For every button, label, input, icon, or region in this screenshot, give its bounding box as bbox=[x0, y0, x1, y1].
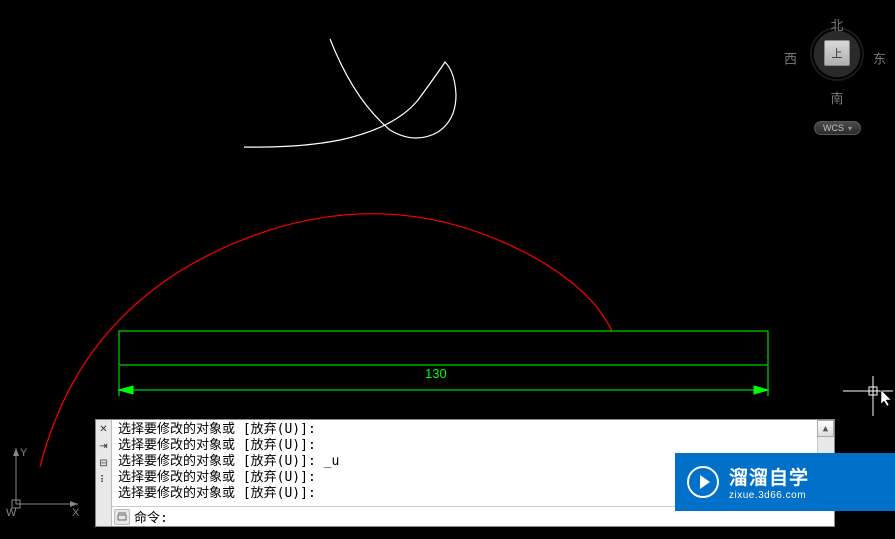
compass-west[interactable]: 西 bbox=[784, 49, 797, 68]
command-prompt: 命令: bbox=[132, 507, 168, 526]
view-cube[interactable]: 上 北 南 东 西 WCS bbox=[784, 5, 890, 145]
close-icon[interactable]: ✕ bbox=[97, 422, 111, 436]
watermark-title: 溜溜自学 bbox=[729, 463, 809, 490]
viewcube-top-face[interactable]: 上 bbox=[824, 40, 850, 66]
wcs-label: WCS bbox=[823, 123, 844, 133]
green-rect bbox=[119, 331, 768, 365]
pin-icon[interactable]: ⊟ bbox=[97, 456, 111, 470]
compass-east[interactable]: 东 bbox=[873, 49, 886, 68]
dimension-text: 130 bbox=[425, 366, 447, 381]
wcs-dropdown[interactable]: WCS bbox=[814, 121, 861, 135]
compass-north[interactable]: 北 bbox=[830, 15, 843, 34]
history-line: 选择要修改的对象或 [放弃(U)]: bbox=[118, 438, 828, 454]
history-line: 选择要修改的对象或 [放弃(U)]: bbox=[118, 422, 828, 438]
command-toolbar: ✕ ⇥ ⊟ ⠇ bbox=[96, 420, 112, 526]
crosshair-cursor bbox=[843, 376, 893, 426]
command-line-icon[interactable] bbox=[114, 509, 130, 525]
options-icon[interactable]: ⠇ bbox=[97, 473, 111, 487]
compass-south[interactable]: 南 bbox=[830, 88, 843, 107]
play-icon bbox=[687, 466, 719, 498]
watermark-url: zixue.3d66.com bbox=[729, 490, 809, 501]
mouse-pointer-icon bbox=[879, 388, 895, 408]
freehand-curve bbox=[244, 39, 456, 147]
handle-icon[interactable]: ⇥ bbox=[97, 439, 111, 453]
scroll-up-icon[interactable]: ▲ bbox=[817, 420, 834, 437]
command-input[interactable] bbox=[168, 509, 834, 524]
watermark-banner: 溜溜自学 zixue.3d66.com bbox=[675, 453, 895, 511]
